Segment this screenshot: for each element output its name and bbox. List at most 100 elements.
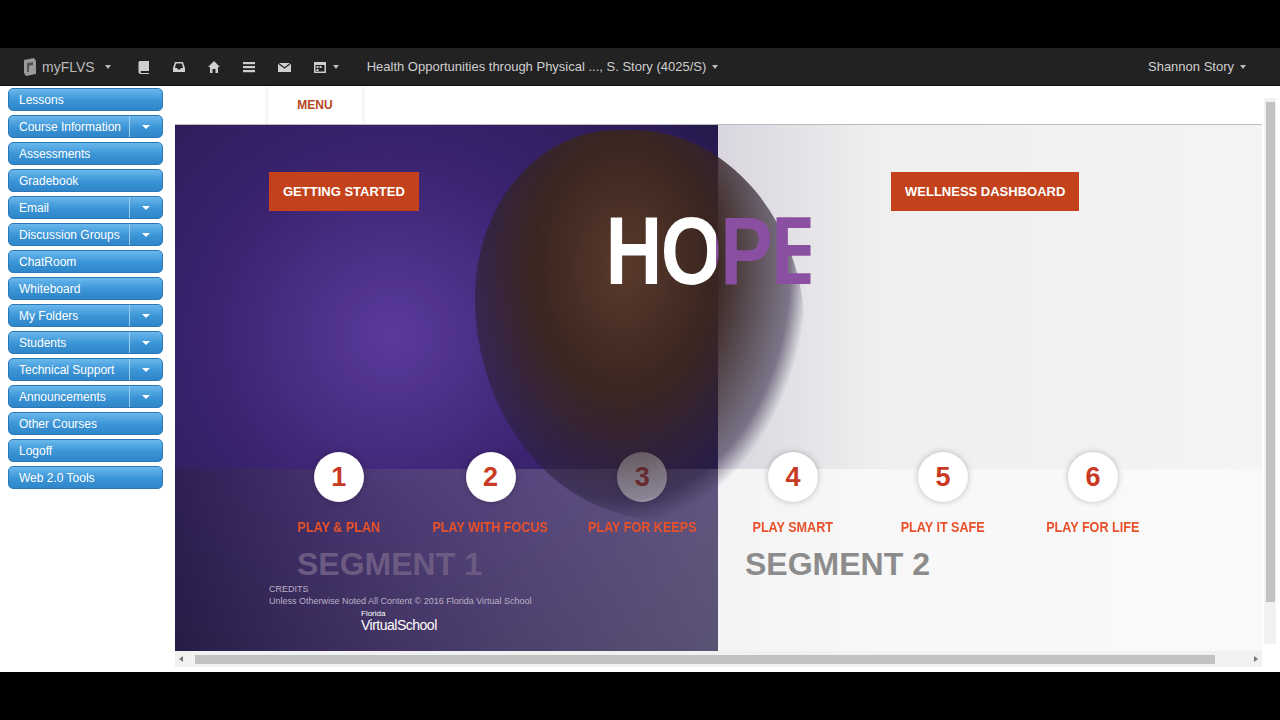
brand-menu[interactable]: myFLVS [22,57,111,77]
scroll-left-icon[interactable] [179,656,183,662]
scroll-right-icon[interactable] [1254,656,1258,662]
sidebar-item[interactable]: Other Courses [8,412,163,435]
caret-icon [142,233,150,237]
calendar-menu[interactable] [313,60,339,74]
sidebar-item-label: Course Information [9,116,129,137]
sidebar-item-label: Web 2.0 Tools [9,467,162,488]
mail-icon[interactable] [277,60,292,74]
list-icon[interactable] [242,60,256,74]
segment-bottom: 1PLAY & PLAN2PLAY WITH FOCUS3PLAY FOR KE… [175,469,718,651]
brand-text: myFLVS [42,59,95,75]
unit-number: 6 [1068,452,1118,502]
unit-link[interactable]: 3 PLAY FOR KEEPS [566,452,718,535]
unit-link[interactable]: 6 PLAY FOR LIFE [1018,452,1168,535]
dropdown-toggle[interactable] [129,305,162,326]
sidebar: Lessons Course Information Assessments Grad… [0,86,164,672]
dropdown-toggle[interactable] [129,359,162,380]
caret-icon [142,341,150,345]
sidebar-item[interactable]: Announcements [8,385,163,408]
segment-label: SEGMENT 2 [745,547,1262,582]
menu-tab[interactable]: MENU [268,86,362,124]
book-icon[interactable] [137,60,151,74]
caret-icon [142,206,150,210]
caret-icon [105,65,111,69]
page-body: Lessons Course Information Assessments Grad… [0,86,1280,672]
letterbox-bottom [0,672,1280,720]
sidebar-item-label: Technical Support [9,359,129,380]
hero-button[interactable]: WELLNESS DASHBOARD [891,172,1079,211]
caret-icon [1240,65,1246,69]
scrollbar-thumb[interactable] [1266,102,1275,602]
credits: CREDITS Unless Otherwise Noted All Conten… [269,584,718,632]
dropdown-toggle[interactable] [129,197,162,218]
sidebar-item-label: Whiteboard [9,278,162,299]
hero-button[interactable]: GETTING STARTED [269,172,419,211]
scrollbar-thumb[interactable] [195,655,1215,664]
sidebar-item-label: Email [9,197,129,218]
unit-link[interactable]: 5PLAY IT SAFE [868,452,1018,535]
sidebar-item[interactable]: Gradebook [8,169,163,192]
home-icon[interactable] [207,60,221,74]
main-content: MENU HOPE GETTING STARTED 1 PLAY & PLAN 2 PLAY… [164,86,1280,672]
credits-text: Unless Otherwise Noted All Content © 201… [269,596,718,606]
screen: myFLVS Health Opportunities through Physi… [0,0,1280,720]
sidebar-item[interactable]: Lessons [8,88,163,111]
sidebar-item-label: Other Courses [9,413,162,434]
unit-number: 5 [918,452,968,502]
segment-bottom: 4PLAY SMART5PLAY IT SAFE6PLAY FOR LIFESE… [718,469,1262,651]
unit-label: PLAY SMART [753,519,834,535]
unit-row: 4PLAY SMART5PLAY IT SAFE 6 PLAY FOR LIFE [718,452,1262,535]
unit-number: 3 [617,452,667,502]
sidebar-item[interactable]: Technical Support [8,358,163,381]
sidebar-item-label: Discussion Groups [9,224,129,245]
unit-link[interactable]: 2 PLAY WITH FOCUS [415,452,567,535]
sidebar-item-label: Announcements [9,386,129,407]
sidebar-item-label: Gradebook [9,170,162,191]
caret-icon [142,314,150,318]
course-frame: MENU HOPE GETTING STARTED 1 PLAY & PLAN 2 PLAY… [164,86,1262,672]
unit-link[interactable]: 4PLAY SMART [718,452,868,535]
credits-heading[interactable]: CREDITS [269,584,718,594]
sidebar-item[interactable]: Assessments [8,142,163,165]
sidebar-item-label: My Folders [9,305,129,326]
logo-top-text: Florida [361,610,718,618]
unit-label: PLAY FOR LIFE [1046,519,1139,535]
flvs-logo-icon [22,57,38,77]
inbox-icon[interactable] [172,60,186,74]
sidebar-item[interactable]: Logoff [8,439,163,462]
user-menu[interactable]: Shannon Story [1148,59,1246,74]
unit-row: 1 PLAY & PLAN 2 PLAY WITH FOCUS 3 PLAY FOR KE… [263,452,718,535]
dropdown-toggle[interactable] [129,224,162,245]
caret-icon [712,65,718,69]
sidebar-item[interactable]: Discussion Groups [8,223,163,246]
sidebar-item[interactable]: Course Information [8,115,163,138]
unit-link[interactable]: 1 PLAY & PLAN [263,452,415,535]
sidebar-item[interactable]: Students [8,331,163,354]
course-selector[interactable]: Health Opportunities through Physical ..… [367,59,719,74]
unit-label: PLAY WITH FOCUS [433,519,549,535]
sidebar-item-label: Logoff [9,440,162,461]
sidebar-item[interactable]: ChatRoom [8,250,163,273]
menu-bar: MENU [164,86,1262,124]
sidebar-item-label: ChatRoom [9,251,162,272]
dropdown-toggle[interactable] [129,116,162,137]
unit-label: PLAY FOR KEEPS [588,519,697,535]
sidebar-item[interactable]: Web 2.0 Tools [8,466,163,489]
sidebar-item[interactable]: My Folders [8,304,163,327]
user-name: Shannon Story [1148,59,1234,74]
letterbox-top [0,0,1280,48]
sidebar-item-label: Assessments [9,143,162,164]
dropdown-toggle[interactable] [129,332,162,353]
unit-number: 2 [466,452,516,502]
unit-label: PLAY & PLAN [298,519,381,535]
horizontal-scrollbar[interactable] [175,651,1262,667]
hero-title: HOPE [606,203,811,299]
unit-number: 1 [314,452,364,502]
sidebar-item[interactable]: Whiteboard [8,277,163,300]
sidebar-item[interactable]: Email [8,196,163,219]
caret-icon [142,368,150,372]
sidebar-item-label: Lessons [9,89,162,110]
vertical-scrollbar[interactable] [1264,98,1276,644]
dropdown-toggle[interactable] [129,386,162,407]
segment-label: SEGMENT 1 [297,547,718,582]
